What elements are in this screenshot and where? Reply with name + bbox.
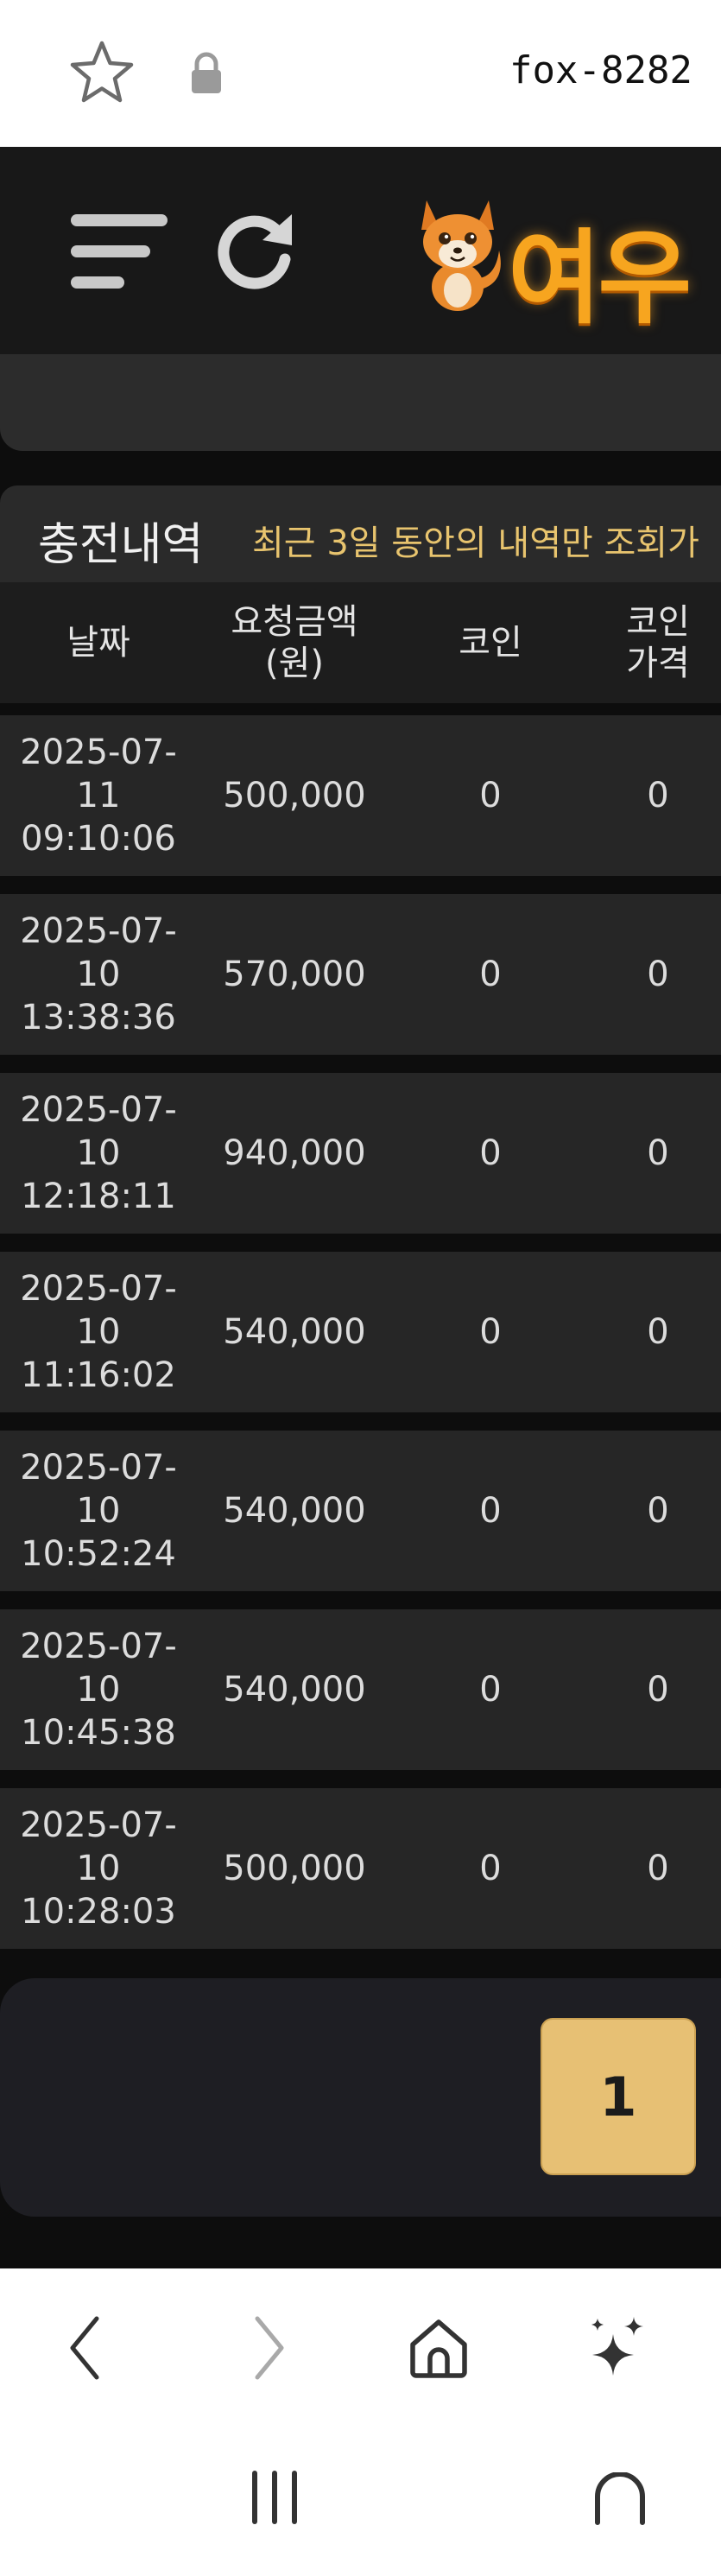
cell-amount: 570,000 bbox=[223, 955, 366, 994]
cell-coin-price: 0 bbox=[647, 1491, 669, 1531]
back-icon[interactable] bbox=[66, 2313, 104, 2382]
cell-coin-price: 0 bbox=[647, 955, 669, 994]
sparkle-icon[interactable] bbox=[587, 2312, 648, 2381]
history-table-body: 2025-07- 11 09:10:06 500,000 0 0 2025-07… bbox=[0, 715, 721, 1967]
table-row: 2025-07- 10 10:52:24 540,000 0 0 bbox=[0, 1431, 721, 1591]
cell-coin: 0 bbox=[479, 955, 502, 994]
table-row: 2025-07- 10 10:28:03 500,000 0 0 bbox=[0, 1788, 721, 1949]
cell-amount: 540,000 bbox=[223, 1491, 366, 1531]
browser-toolbar: fox-8282 bbox=[0, 0, 721, 147]
cell-date: 2025-07- 10 11:16:02 bbox=[20, 1269, 177, 1395]
table-row: 2025-07- 10 10:45:38 540,000 0 0 bbox=[0, 1609, 721, 1770]
section-title: 충전내역 bbox=[38, 519, 204, 571]
home-icon[interactable] bbox=[406, 2315, 471, 2381]
cell-coin: 0 bbox=[479, 776, 502, 815]
cell-date: 2025-07- 10 12:18:11 bbox=[20, 1090, 177, 1216]
table-row: 2025-07- 10 12:18:11 940,000 0 0 bbox=[0, 1073, 721, 1234]
url-field[interactable]: fox-8282 bbox=[509, 48, 693, 92]
cell-date: 2025-07- 10 10:45:38 bbox=[20, 1627, 177, 1753]
logo-text: 여우 bbox=[508, 219, 692, 338]
section-note: 최근 3일 동안의 내역만 조회가 bbox=[252, 523, 699, 563]
table-row: 2025-07- 11 09:10:06 500,000 0 0 bbox=[0, 715, 721, 876]
cell-date: 2025-07- 10 10:28:03 bbox=[20, 1805, 177, 1932]
column-header-coin: 코인 bbox=[459, 623, 522, 663]
app-header: 여우 bbox=[0, 147, 721, 354]
cell-amount: 500,000 bbox=[223, 1849, 366, 1888]
cell-date: 2025-07- 10 10:52:24 bbox=[20, 1448, 177, 1574]
table-header: 날짜 요청금액 (원) 코인 코인 가격 bbox=[0, 582, 721, 703]
cell-date: 2025-07- 11 09:10:06 bbox=[20, 733, 177, 859]
column-header-amount: 요청금액 (원) bbox=[231, 602, 358, 683]
system-home-icon[interactable] bbox=[594, 2472, 646, 2526]
bottom-navigation bbox=[0, 2268, 721, 2576]
lock-icon[interactable] bbox=[188, 52, 225, 95]
cell-coin-price: 0 bbox=[647, 1312, 669, 1352]
refresh-icon[interactable] bbox=[212, 206, 299, 292]
cell-coin: 0 bbox=[479, 1491, 502, 1531]
cell-amount: 540,000 bbox=[223, 1312, 366, 1352]
cell-coin: 0 bbox=[479, 1312, 502, 1352]
cell-amount: 500,000 bbox=[223, 776, 366, 815]
cell-coin-price: 0 bbox=[647, 1670, 669, 1710]
cell-coin: 0 bbox=[479, 1133, 502, 1173]
fox-mascot-icon bbox=[421, 200, 501, 311]
cell-coin-price: 0 bbox=[647, 1849, 669, 1888]
cell-date: 2025-07- 10 13:38:36 bbox=[20, 911, 177, 1037]
cell-coin: 0 bbox=[479, 1849, 502, 1888]
cell-coin-price: 0 bbox=[647, 776, 669, 815]
cell-coin-price: 0 bbox=[647, 1133, 669, 1173]
forward-icon[interactable] bbox=[250, 2313, 288, 2382]
cell-amount: 940,000 bbox=[223, 1133, 366, 1173]
column-header-coin-price: 코인 가격 bbox=[626, 602, 690, 683]
table-row: 2025-07- 10 13:38:36 570,000 0 0 bbox=[0, 894, 721, 1055]
table-row: 2025-07- 10 11:16:02 540,000 0 0 bbox=[0, 1252, 721, 1412]
recents-icon[interactable] bbox=[249, 2469, 300, 2526]
site-logo[interactable]: 여우 bbox=[406, 180, 721, 338]
pagination: 1 bbox=[0, 1978, 721, 2217]
page-button-current[interactable]: 1 bbox=[541, 2018, 696, 2175]
section-header: 충전내역 최근 3일 동안의 내역만 조회가 bbox=[0, 485, 721, 582]
cell-coin: 0 bbox=[479, 1670, 502, 1710]
column-header-date: 날짜 bbox=[66, 623, 130, 663]
cell-amount: 540,000 bbox=[223, 1670, 366, 1710]
sub-bar bbox=[0, 354, 721, 451]
menu-icon[interactable] bbox=[69, 207, 173, 302]
star-icon[interactable] bbox=[67, 38, 136, 107]
